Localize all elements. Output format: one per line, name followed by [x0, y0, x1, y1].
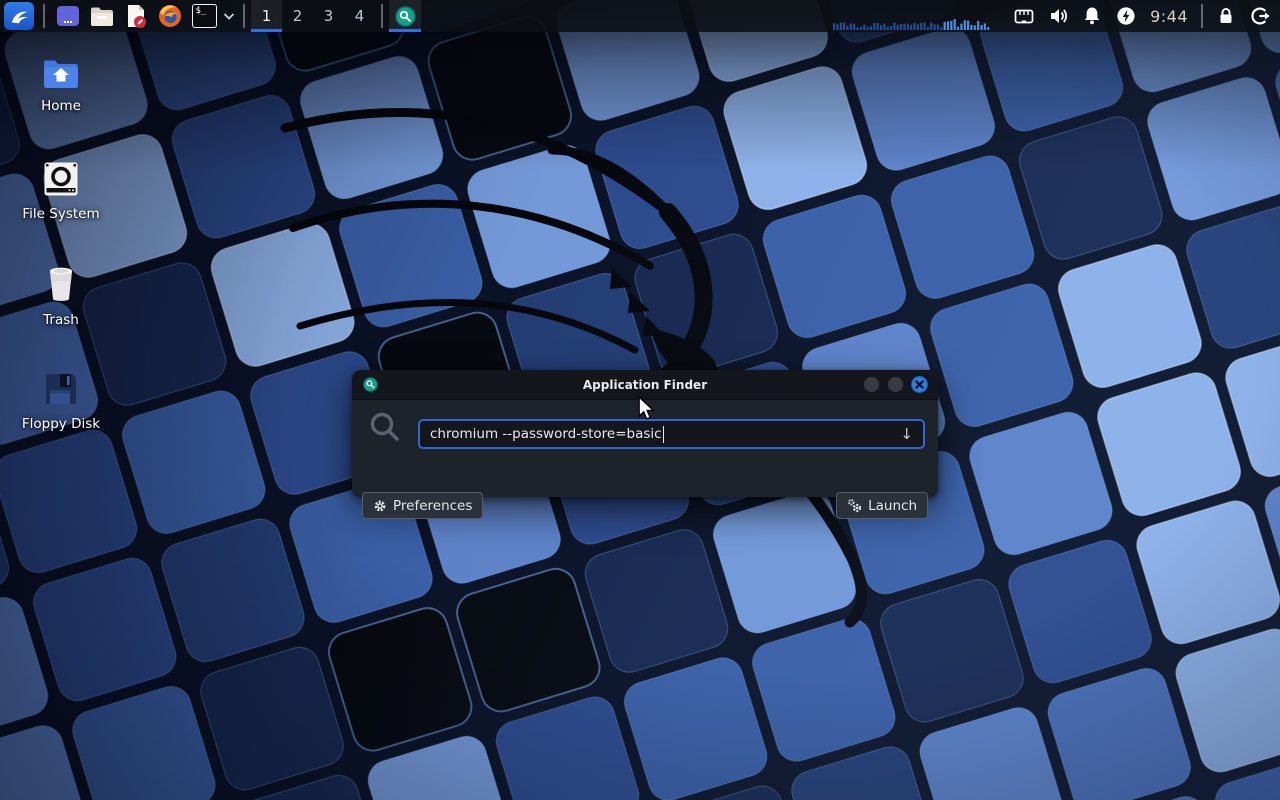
application-finder-window: Application Finder chromium --password-s… [352, 370, 938, 497]
home-folder-icon [42, 58, 80, 90]
firefox-icon [157, 3, 183, 29]
launch-gears-icon [847, 498, 862, 513]
appfinder-window-icon [363, 377, 378, 392]
mouse-cursor [637, 396, 655, 420]
floppy-disk-icon [42, 370, 80, 408]
terminal-icon: $_ [192, 4, 217, 28]
window-title: Application Finder [352, 378, 938, 392]
minimize-button[interactable] [863, 376, 880, 393]
desktop-icon-home[interactable]: Home [15, 58, 107, 114]
panel-separator [243, 4, 245, 28]
launch-label: Launch [868, 498, 917, 514]
desktop-icon-trash[interactable]: Trash [15, 264, 107, 328]
close-button[interactable] [911, 376, 928, 393]
folder-icon [89, 3, 115, 29]
desktop-icon-label: Home [41, 98, 81, 114]
tray-notifications[interactable] [1080, 0, 1104, 32]
tray-power-manager[interactable] [1114, 0, 1138, 32]
search-icon [368, 411, 404, 447]
launch-button[interactable]: Launch [836, 492, 928, 519]
maximize-button[interactable] [887, 376, 904, 393]
panel-separator [43, 4, 45, 28]
history-dropdown-arrow-icon[interactable]: ↓ [900, 425, 913, 443]
top-panel: $_ 1 2 3 4 [0, 0, 1280, 32]
desktop-icon-label: Trash [43, 312, 79, 328]
desktop-icon-label: File System [22, 206, 99, 222]
bell-icon [1080, 4, 1104, 28]
preferences-label: Preferences [393, 498, 472, 514]
workspace-2[interactable]: 2 [282, 0, 313, 32]
clock[interactable]: 9:44 [1150, 0, 1188, 32]
workspace-3[interactable]: 3 [313, 0, 344, 32]
launcher-terminal[interactable]: $_ [190, 0, 218, 32]
tray-network[interactable] [1012, 0, 1036, 32]
hard-drive-icon [42, 160, 80, 198]
text-caret [663, 426, 665, 443]
launcher-text-editor[interactable] [122, 0, 150, 32]
desktop-icon-file-system[interactable]: File System [15, 160, 107, 222]
volume-icon [1046, 4, 1070, 28]
gear-icon [373, 499, 387, 513]
workspace-1[interactable]: 1 [251, 0, 282, 32]
search-input[interactable]: chromium --password-store=basic ↓ [418, 419, 925, 449]
desktop-icon-floppy-disk[interactable]: Floppy Disk [15, 370, 107, 432]
appfinder-icon [395, 6, 416, 27]
power-bolt-icon [1114, 4, 1138, 28]
preferences-button[interactable]: Preferences [362, 492, 483, 519]
panel-separator [381, 4, 383, 28]
workspace-4[interactable]: 4 [344, 0, 375, 32]
launcher-dropdown[interactable] [221, 0, 237, 32]
window-app-icon [55, 3, 81, 29]
lock-screen-button[interactable] [1214, 0, 1238, 32]
audio-visualizer [833, 0, 993, 32]
log-out-button[interactable] [1248, 0, 1272, 32]
desktop-icon-label: Floppy Disk [22, 416, 100, 432]
launcher-file-manager[interactable] [88, 0, 116, 32]
panel-separator [1201, 4, 1203, 28]
kali-menu-button[interactable] [4, 2, 34, 30]
launcher-firefox[interactable] [156, 0, 184, 32]
close-icon [915, 380, 924, 389]
tray-volume[interactable] [1046, 0, 1070, 32]
kali-dragon-icon [8, 5, 30, 27]
taskbar-application-finder[interactable] [389, 0, 421, 32]
document-icon [123, 3, 149, 29]
search-input-value: chromium --password-store=basic [430, 426, 662, 442]
launcher-window-app[interactable] [54, 0, 82, 32]
trash-icon [41, 264, 81, 304]
network-icon [1012, 4, 1036, 28]
lock-icon [1214, 4, 1238, 28]
log-out-icon [1248, 4, 1272, 28]
chevron-down-icon [223, 11, 235, 21]
terminal-glyph: $_ [196, 7, 207, 16]
